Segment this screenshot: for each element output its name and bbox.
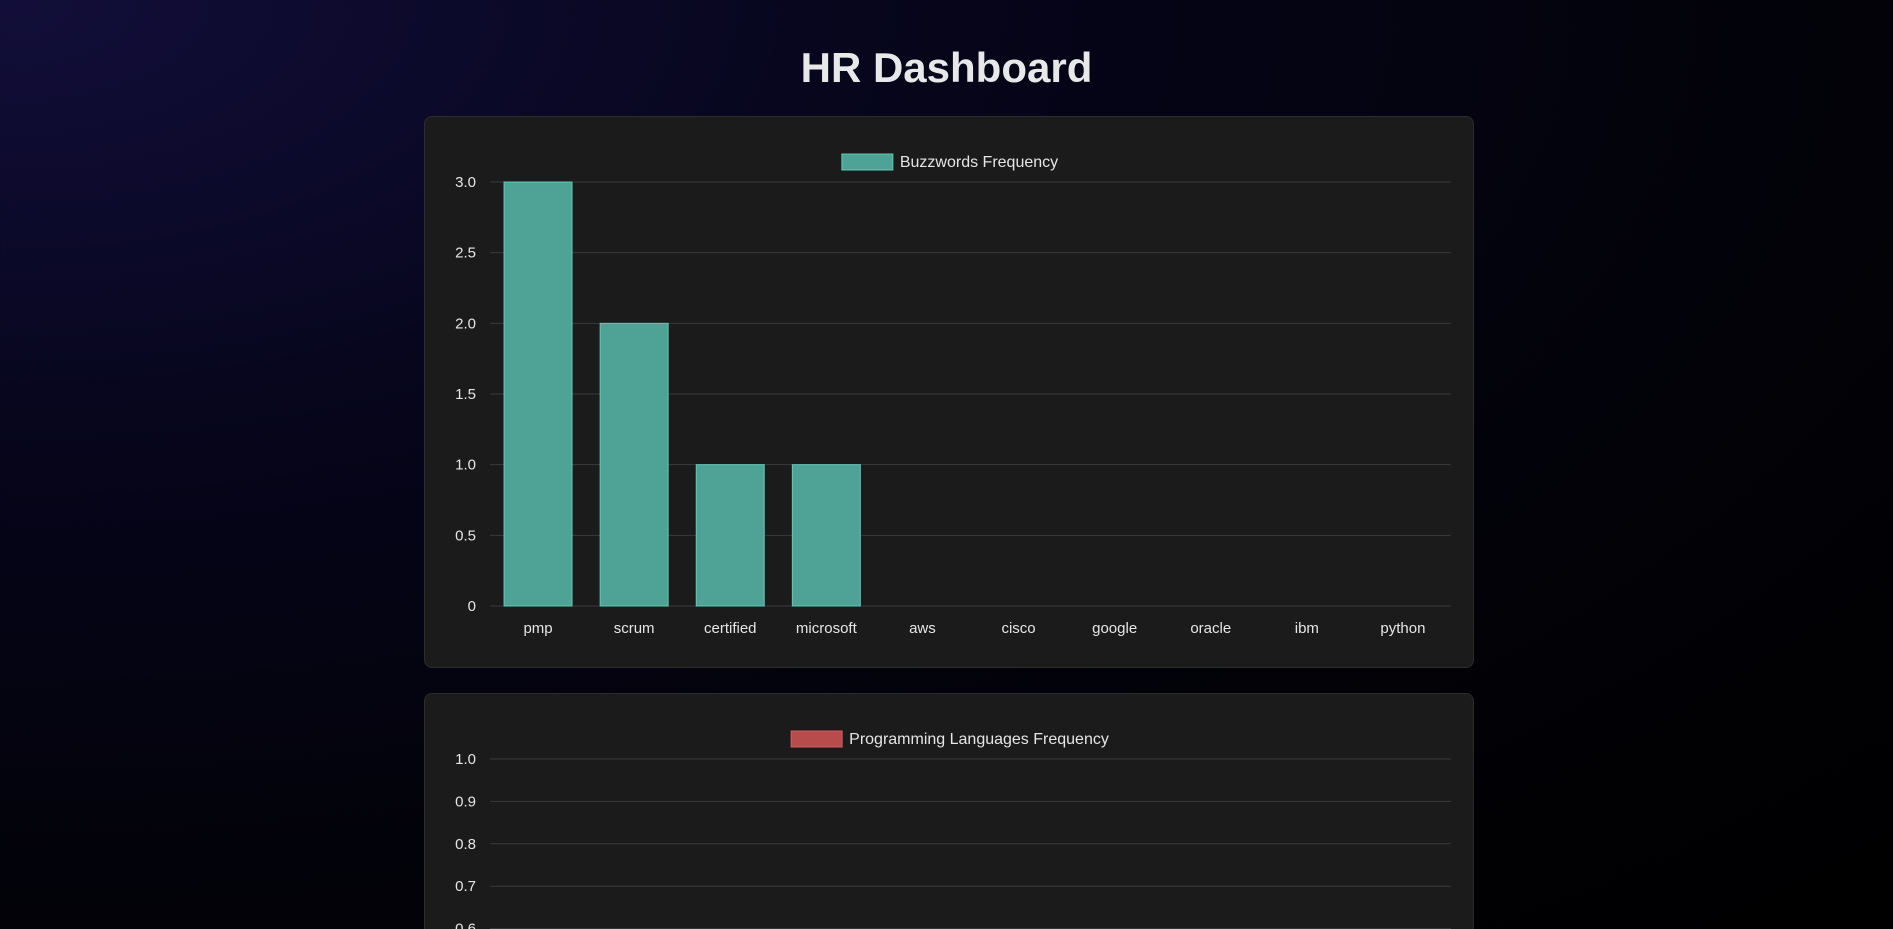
legend-label[interactable]: Programming Languages Frequency [849,731,1109,748]
page-title: HR Dashboard [800,44,1093,91]
bar-microsoft[interactable] [791,464,861,607]
buzzwords-chart-card: Buzzwords Frequency 0 0.5 1.0 1.5 2.0 2.5 3.0 pm… [424,116,1474,668]
x-tick-label: certified [704,620,757,637]
y-tick-label: 3.0 [455,174,476,191]
legend-swatch[interactable] [841,153,894,171]
legend-swatch[interactable] [790,730,843,748]
y-tick-label: 0.7 [455,878,476,895]
y-tick-label: 1.0 [455,751,476,768]
programming-languages-chart: Programming Languages Frequency 0.6 0.7 0.8… [455,730,1451,929]
y-tick-label: 0.8 [455,836,476,853]
y-tick-label: 2.5 [455,245,476,262]
buzzwords-chart: Buzzwords Frequency 0 0.5 1.0 1.5 2.0 2.5 3.0 pm… [455,153,1451,637]
bar-pmp[interactable] [503,181,573,607]
programming-languages-chart-card: Programming Languages Frequency 0.6 0.7 0.8… [424,693,1474,929]
y-tick-label: 0.9 [455,793,476,810]
x-tick-label: microsoft [796,620,858,637]
y-tick-label: 0 [468,598,476,615]
x-tick-label: pmp [523,620,552,637]
bar-certified[interactable] [695,464,765,607]
x-tick-label: aws [909,620,936,637]
y-tick-label: 2.0 [455,315,476,332]
y-tick-label: 0.6 [455,921,476,929]
bar-scrum[interactable] [599,322,669,607]
x-tick-label: oracle [1190,620,1231,637]
y-tick-label: 1.5 [455,386,476,403]
x-tick-label: google [1092,620,1137,637]
x-tick-label: python [1380,620,1425,637]
x-tick-label: cisco [1001,620,1035,637]
y-tick-label: 1.0 [455,457,476,474]
legend-label[interactable]: Buzzwords Frequency [900,154,1058,171]
x-tick-label: ibm [1295,620,1319,637]
y-tick-label: 0.5 [455,527,476,544]
x-tick-label: scrum [614,620,655,637]
